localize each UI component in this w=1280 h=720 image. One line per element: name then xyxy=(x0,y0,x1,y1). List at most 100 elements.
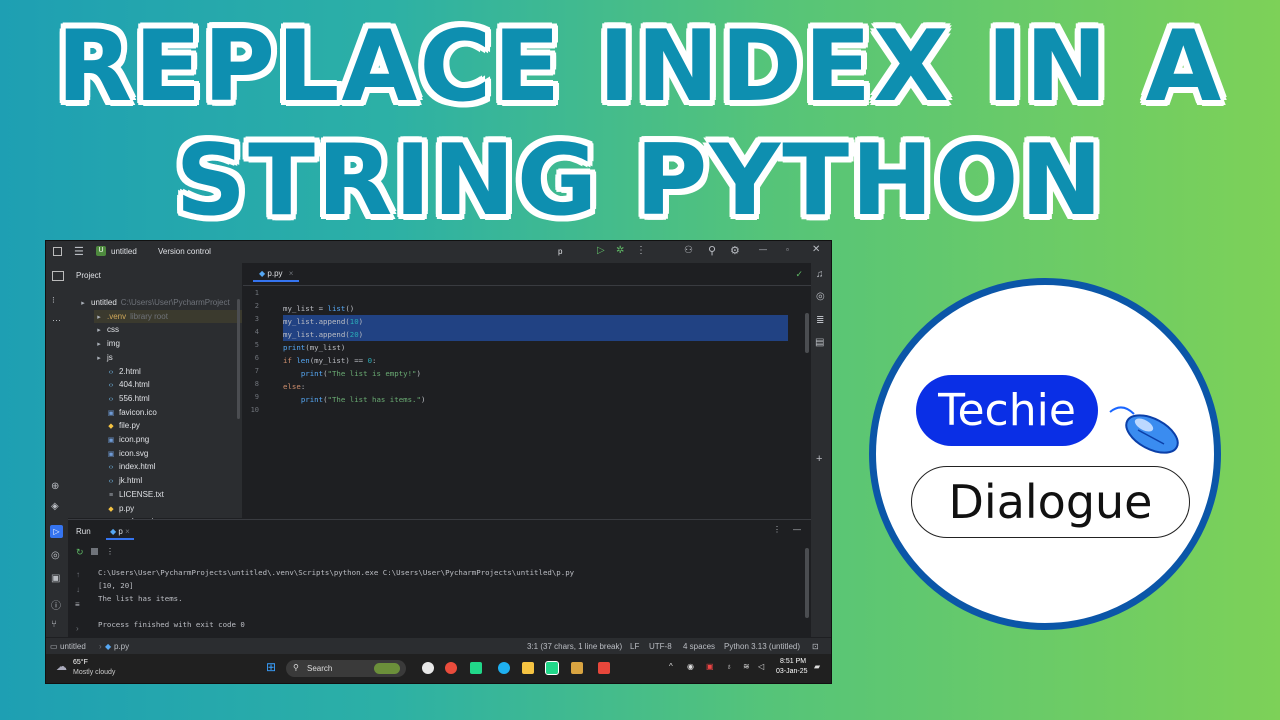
tray-wifi-icon[interactable]: ≋ xyxy=(743,662,750,671)
title-bar: ☰ U untitled Version control p ▷ ✲ ⋮ ⚇ ⚲… xyxy=(46,241,831,263)
project-tree-item[interactable]: ▸ img xyxy=(94,337,120,350)
scroll-down-icon[interactable]: ↓ xyxy=(76,585,80,594)
caret-position[interactable]: 3:1 (37 chars, 1 line break) xyxy=(527,642,622,651)
scroll-up-icon[interactable]: ↑ xyxy=(76,570,80,579)
tray-mic-icon[interactable]: ♁ xyxy=(726,662,732,671)
project-tree-item[interactable]: ‹› 556.html xyxy=(106,392,150,405)
editor[interactable]: ◆ p.py × 1 2 3 4 5 6 7 8 9 10 my_list = list() my… xyxy=(243,263,811,518)
taskbar-search[interactable]: ⚲ Search xyxy=(286,660,406,677)
line-number: 1 xyxy=(254,289,259,297)
status-project-icon: ▭ xyxy=(50,642,58,651)
more-icon[interactable]: ⋮ xyxy=(636,245,646,256)
terminal-icon[interactable]: ▣ xyxy=(51,573,60,584)
run-config-selector[interactable]: p xyxy=(558,247,562,256)
close-icon[interactable]: ✕ xyxy=(812,244,820,255)
left-tool-strip: ⁝ ⋯ ⊕ ◈ ▷ ◎ ▣ ⓘ ⑂ xyxy=(46,263,69,658)
project-tree-item[interactable]: ▸ .venv library root xyxy=(94,309,242,323)
pycharm-icon[interactable] xyxy=(545,661,559,675)
project-selector[interactable]: untitled xyxy=(111,247,137,256)
more-tools-icon[interactable]: ⋯ xyxy=(52,315,61,326)
hide-panel-icon[interactable]: — xyxy=(793,525,801,534)
console-output[interactable]: C:\Users\User\PycharmProjects\untitled\.… xyxy=(98,566,574,631)
add-user-icon[interactable]: ⚇ xyxy=(684,245,693,256)
search-icon[interactable]: ⚲ xyxy=(708,244,716,257)
status-bar: ▭ untitled › ◆ p.py 3:1 (37 chars, 1 lin… xyxy=(46,637,831,655)
notification-bell-icon[interactable]: ▰ xyxy=(814,662,820,671)
chrome-profile-icon[interactable] xyxy=(445,662,457,674)
layers-icon[interactable]: ◈ xyxy=(51,501,59,512)
project-scrollbar[interactable] xyxy=(237,299,240,419)
weather-icon[interactable]: ☁ xyxy=(56,660,67,673)
problems-icon[interactable]: ⓘ xyxy=(51,597,61,612)
skype-icon[interactable] xyxy=(498,662,510,674)
vcs-selector[interactable]: Version control xyxy=(158,247,211,256)
project-tree-item[interactable]: ◆ p.py xyxy=(106,502,134,515)
breadcrumb-project[interactable]: untitled xyxy=(60,642,86,651)
clock-date[interactable]: 03-Jan-25 xyxy=(776,668,808,675)
run-config-tab[interactable]: ◆ p × xyxy=(106,525,134,540)
project-panel-title[interactable]: Project xyxy=(76,271,101,280)
services-icon[interactable]: ◎ xyxy=(51,550,60,561)
add-icon[interactable]: + xyxy=(816,453,822,465)
python-packages-icon[interactable]: ⊕ xyxy=(51,481,59,492)
ai-assistant-icon[interactable]: ◎ xyxy=(816,291,825,302)
file-encoding[interactable]: UTF-8 xyxy=(649,642,672,651)
project-tree-item[interactable]: ▸ css xyxy=(94,323,119,336)
windows-start-icon[interactable]: ⊞ xyxy=(266,661,279,674)
close-tab-icon[interactable]: × xyxy=(289,269,294,278)
lock-icon[interactable]: ⊡ xyxy=(812,642,819,651)
expand-icon[interactable]: › xyxy=(76,624,79,633)
editor-scrollbar[interactable] xyxy=(805,313,809,353)
main-menu-icon[interactable]: ☰ xyxy=(74,245,84,258)
database-icon[interactable]: ≣ xyxy=(816,315,824,326)
tray-volume-icon[interactable]: ◁ xyxy=(758,662,764,671)
interpreter[interactable]: Python 3.13 (untitled) xyxy=(724,642,800,651)
clock-time[interactable]: 8:51 PM xyxy=(780,658,806,665)
project-tree-item[interactable]: ‹› index.html xyxy=(106,460,156,473)
breadcrumb-file[interactable]: p.py xyxy=(114,642,129,651)
app-icon-red[interactable] xyxy=(598,662,610,674)
close-run-tab-icon[interactable]: × xyxy=(125,527,130,536)
gear-icon[interactable]: ⚙ xyxy=(730,244,740,257)
git-icon[interactable]: ⑂ xyxy=(51,619,57,630)
tray-app-icon[interactable]: ◉ xyxy=(687,662,694,671)
project-tree-item[interactable]: ▣ icon.png xyxy=(106,433,150,446)
html-icon: ‹› xyxy=(108,368,114,376)
maximize-icon[interactable]: ▫ xyxy=(786,245,789,254)
project-tree-item[interactable]: ‹› 2.html xyxy=(106,365,141,378)
structure-icon[interactable]: ⁝ xyxy=(52,295,55,306)
inspection-ok-icon[interactable]: ✓ xyxy=(795,269,803,280)
stop-icon[interactable] xyxy=(91,548,98,555)
right-tool-strip: ♫ ◎ ≣ ▤ + xyxy=(811,263,831,658)
tray-pdf-icon[interactable]: ▣ xyxy=(706,662,714,671)
project-tree-item[interactable]: ◆ file.py xyxy=(106,419,140,432)
project-tree-item[interactable]: ‹› jk.html xyxy=(106,474,142,487)
tray-chevron-icon[interactable]: ^ xyxy=(669,662,673,671)
notifications-icon[interactable]: ♫ xyxy=(816,269,824,280)
pycharm-ce-icon[interactable] xyxy=(470,662,482,674)
run-options-icon[interactable]: ⋮ xyxy=(773,525,781,534)
folder-icon[interactable] xyxy=(52,271,64,281)
project-tree-item[interactable]: ≡ LICENSE.txt xyxy=(106,488,164,501)
run-icon[interactable]: ▷ xyxy=(597,245,605,256)
sciview-icon[interactable]: ▤ xyxy=(815,337,824,348)
file-explorer-icon[interactable] xyxy=(522,662,534,674)
console-scrollbar[interactable] xyxy=(805,548,809,618)
soft-wrap-icon[interactable]: ≡ xyxy=(75,600,80,609)
minimize-icon[interactable]: — xyxy=(759,245,767,254)
chrome-icon[interactable] xyxy=(422,662,434,674)
project-tree-item[interactable]: ‹› 404.html xyxy=(106,378,150,391)
run-tool-icon[interactable]: ▷ xyxy=(50,525,63,538)
run-more-icon[interactable]: ⋮ xyxy=(106,547,114,556)
indent-setting[interactable]: 4 spaces xyxy=(683,642,715,651)
project-tree-item[interactable]: ▣ icon.svg xyxy=(106,447,149,460)
editor-tab-p-py[interactable]: ◆ p.py × xyxy=(253,267,300,282)
debug-icon[interactable]: ✲ xyxy=(616,245,624,256)
rerun-icon[interactable]: ↻ xyxy=(76,547,84,558)
project-tree-item[interactable]: ▸ js xyxy=(94,351,113,364)
python-file-icon: ◆ xyxy=(110,527,117,536)
project-tree-item[interactable]: ▣ favicon.ico xyxy=(106,406,157,419)
line-separator[interactable]: LF xyxy=(630,642,639,651)
project-tree-item[interactable]: ▸ untitled C:\Users\User\PycharmProject xyxy=(78,296,229,309)
media-icon[interactable] xyxy=(571,662,583,674)
